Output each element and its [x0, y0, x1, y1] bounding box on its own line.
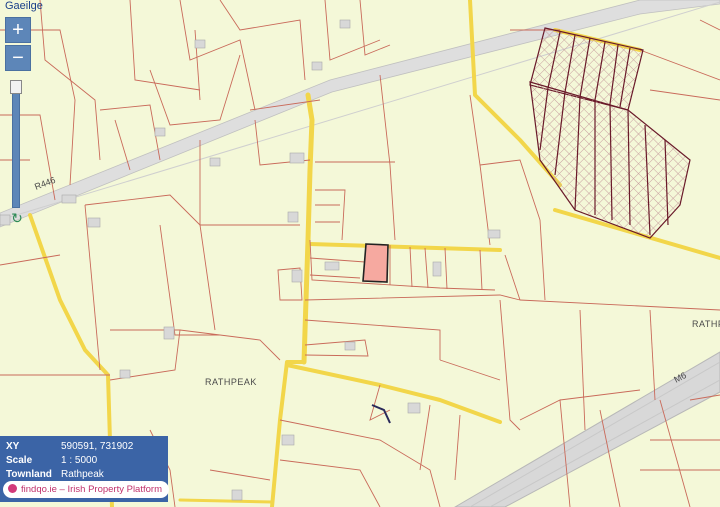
info-row-scale: Scale 1 : 5000 [6, 454, 168, 468]
townland-label: Townland [6, 469, 52, 480]
zoom-slider-track[interactable] [12, 80, 20, 208]
zoom-slider-handle[interactable] [10, 80, 22, 94]
zoom-out-button[interactable]: − [5, 45, 31, 71]
xy-value: 590591, 731902 [61, 441, 134, 452]
scale-label: Scale [6, 455, 33, 466]
info-row-xy: XY 590591, 731902 [6, 440, 168, 454]
info-row-townland: Townland Rathpeak [6, 468, 168, 482]
findqo-link[interactable]: findqo.ie – Irish Property Platform [3, 481, 169, 498]
language-toggle-link[interactable]: Gaeilge [5, 0, 43, 12]
zoom-in-button[interactable]: + [5, 17, 31, 43]
scale-value: 1 : 5000 [61, 455, 98, 466]
townland-value: Rathpeak [61, 469, 104, 480]
xy-label: XY [6, 441, 20, 452]
findqo-logo-icon [8, 484, 17, 493]
refresh-icon[interactable]: ↻ [9, 210, 25, 226]
selected-parcel[interactable] [362, 243, 389, 283]
map-canvas[interactable]: R446 M6 RATHPEAK RATHPE [0, 0, 720, 507]
findqo-link-label: findqo.ie – Irish Property Platform [21, 484, 162, 495]
townland-label-rathpeak-edge: RATHPE [692, 319, 720, 329]
townland-label-rathpeak: RATHPEAK [205, 377, 257, 387]
